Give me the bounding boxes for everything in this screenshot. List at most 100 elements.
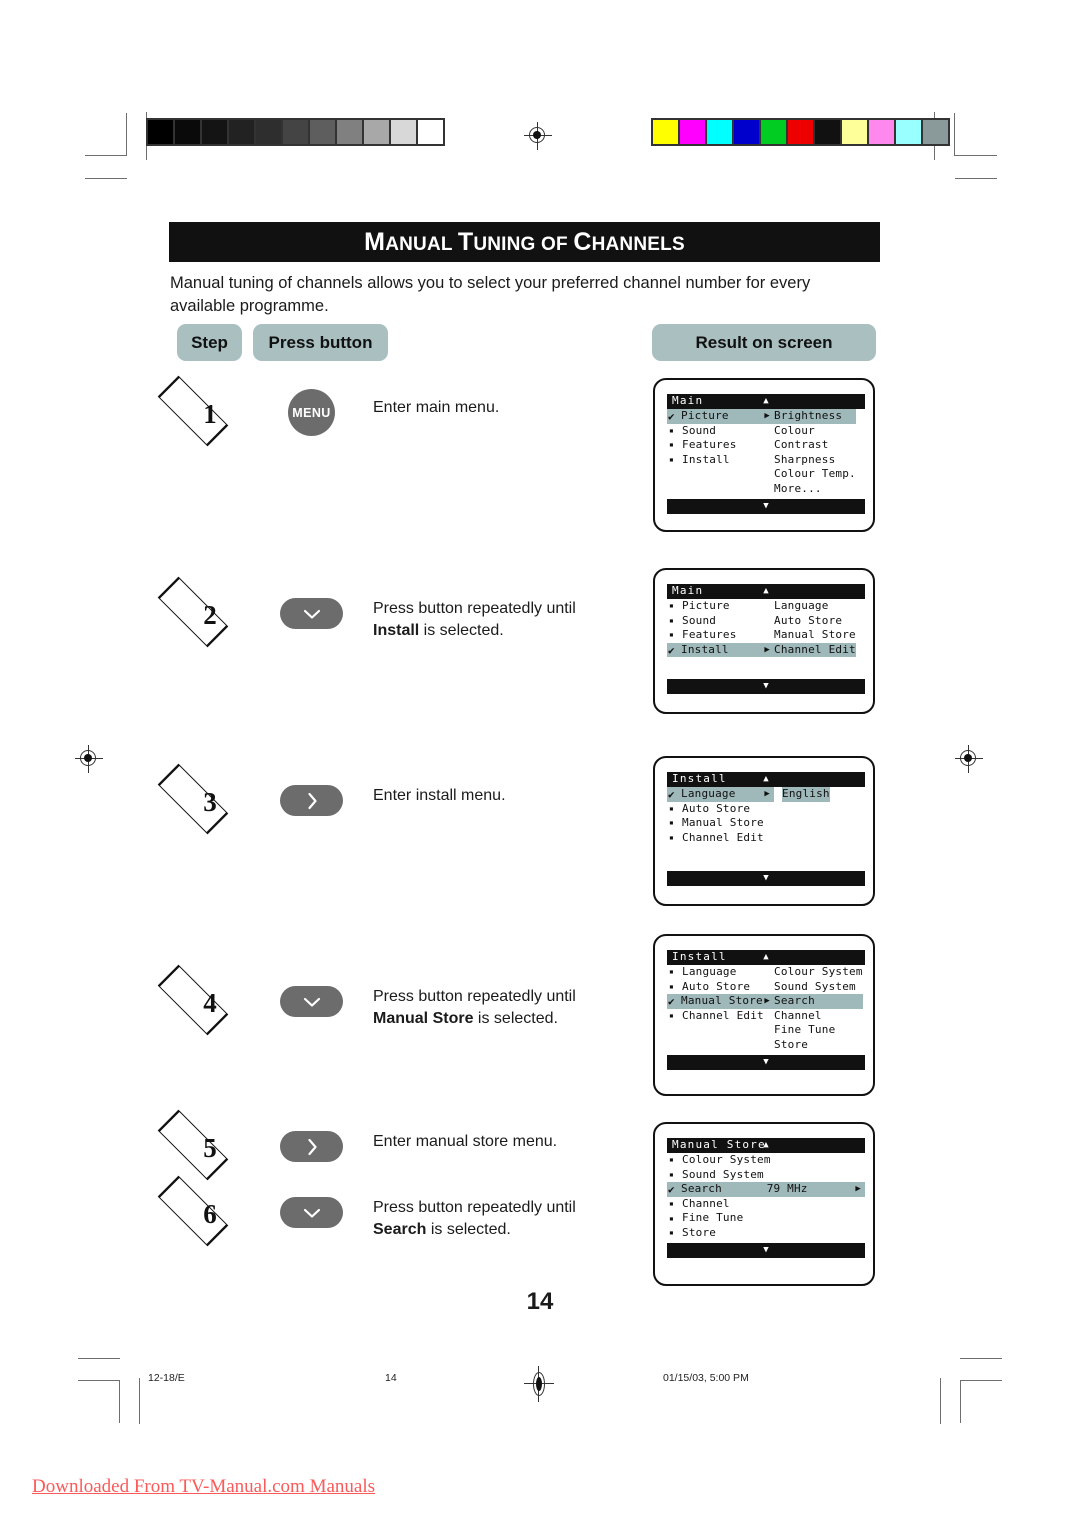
osd-submenu-item[interactable]: English [782, 787, 830, 802]
bullet-icon: ▪ [669, 615, 675, 625]
osd-submenu-item[interactable]: Colour [774, 424, 856, 439]
osd-menu-item[interactable]: ▪ Channel Edit [667, 1009, 774, 1024]
osd-menu-item[interactable]: ▪ Channel Edit [667, 831, 774, 846]
osd-menu-item[interactable]: ▪ Auto Store [667, 980, 774, 995]
step-instruction-text: Enter manual store menu. [373, 1133, 558, 1150]
osd-menu-item[interactable]: ▪ Fine Tune [667, 1211, 865, 1226]
osd-submenu-item[interactable]: Colour Temp. [774, 467, 856, 482]
color-swatch-3 [734, 120, 759, 144]
step-number-badge: 5 [157, 1109, 248, 1181]
osd-submenu-item[interactable]: Channel [774, 1009, 863, 1024]
step-instruction-text: Enter main menu. [373, 399, 500, 416]
osd-right-column: English [782, 787, 830, 802]
osd-menu-item[interactable]: ▪ Features [667, 628, 774, 643]
osd-submenu-item[interactable]: Manual Store [774, 628, 856, 643]
cursor-down-button[interactable] [280, 1197, 343, 1228]
scroll-up-arrow-icon[interactable]: ▲ [763, 953, 769, 962]
grayscale-swatch-4 [256, 120, 281, 144]
step-number: 1 [203, 398, 217, 429]
cursor-right-button[interactable] [280, 785, 343, 816]
osd-submenu-item[interactable]: Sharpness [774, 453, 856, 468]
registration-mark-right-middle [955, 745, 983, 773]
osd-menu-title: Main [672, 394, 704, 408]
osd-bottom-bar: ▼ [667, 871, 865, 887]
osd-menu-item[interactable]: ✔ Install ▶ [667, 642, 774, 658]
osd-submenu-label: Language [774, 599, 829, 612]
osd-submenu-item[interactable]: Fine Tune [774, 1023, 863, 1038]
footer-right-timestamp: 01/15/03, 5:00 PM [663, 1372, 749, 1384]
osd-menu-item[interactable]: ▪ Colour System [667, 1153, 865, 1168]
osd-submenu-label: English [782, 787, 830, 800]
osd-item-label: Picture [681, 409, 729, 422]
osd-menu-item[interactable]: ▪ Sound [667, 424, 774, 439]
scroll-down-arrow-icon[interactable]: ▼ [763, 1057, 769, 1067]
osd-menu-item[interactable]: ✔ Language ▶ [667, 787, 774, 802]
osd-submenu-label: Store [774, 1037, 809, 1051]
osd-submenu-label: Search [774, 994, 815, 1008]
submenu-arrow-icon[interactable]: ▶ [764, 411, 774, 421]
osd-menu-item[interactable]: ✔ Search 79 MHz ▶ [667, 1182, 865, 1197]
submenu-arrow-icon[interactable]: ▶ [855, 1184, 865, 1194]
column-header-press-button: Press button [253, 324, 388, 361]
osd-menu-title: Install [672, 772, 727, 786]
menu-button[interactable]: MENU [288, 389, 335, 436]
scroll-down-arrow-icon[interactable]: ▼ [763, 1245, 769, 1255]
osd-submenu-item[interactable]: Colour System [774, 965, 863, 980]
osd-item-label: Features [682, 628, 737, 642]
scroll-down-arrow-icon[interactable]: ▼ [763, 501, 769, 511]
osd-submenu-item[interactable]: Search [774, 994, 863, 1009]
osd-menu-item[interactable]: ▪ Store [667, 1226, 865, 1241]
color-calibration-bar [651, 118, 950, 146]
osd-left-column: ✔ Language ▶ ▪ Auto Store ▪ Manual Store ▪ Chann… [667, 787, 774, 845]
osd-menu-item[interactable]: ▪ Features [667, 438, 774, 453]
scroll-down-arrow-icon[interactable]: ▼ [763, 874, 769, 883]
bullet-icon: ▪ [669, 630, 675, 640]
column-header-result-on-screen: Result on screen [652, 324, 876, 361]
bullet-icon: ▪ [669, 818, 675, 828]
submenu-arrow-icon[interactable]: ▶ [764, 996, 774, 1006]
scroll-up-arrow-icon[interactable]: ▲ [763, 1141, 769, 1150]
osd-item-label: Language [681, 787, 736, 800]
step-number: 2 [203, 599, 217, 630]
osd-menu-item[interactable]: ▪ Manual Store [667, 816, 774, 831]
osd-menu-item[interactable]: ▪ Auto Store [667, 802, 774, 817]
step-instruction-text: Press button repeatedly until [373, 988, 576, 1005]
osd-submenu-item[interactable]: More... [774, 482, 856, 497]
step-instruction: Enter main menu. [373, 397, 623, 419]
cursor-down-button[interactable] [280, 598, 343, 629]
scroll-up-arrow-icon[interactable]: ▲ [763, 397, 769, 406]
osd-submenu-item[interactable]: Brightness [774, 409, 856, 424]
scroll-down-arrow-icon[interactable]: ▼ [763, 682, 769, 691]
bullet-icon: ▪ [669, 425, 675, 435]
bullet-icon: ▪ [669, 455, 675, 465]
osd-submenu-label: More... [774, 481, 822, 495]
osd-submenu-item[interactable]: Language [774, 599, 856, 614]
grayscale-swatch-8 [364, 120, 389, 144]
osd-submenu-item[interactable]: Store [774, 1038, 863, 1053]
step-number: 5 [203, 1132, 217, 1163]
osd-menu-item[interactable]: ▪ Channel [667, 1197, 865, 1212]
osd-submenu-item[interactable]: Contrast [774, 438, 856, 453]
osd-menu-item[interactable]: ▪ Sound System [667, 1168, 865, 1183]
osd-menu-item[interactable]: ✔ Manual Store ▶ [667, 994, 774, 1009]
grayscale-swatch-2 [202, 120, 227, 144]
osd-submenu-item[interactable]: Sound System [774, 980, 863, 995]
osd-menu-item[interactable]: ▪ Install [667, 453, 774, 468]
bullet-icon: ▪ [669, 803, 675, 813]
color-swatch-9 [896, 120, 921, 144]
submenu-arrow-icon[interactable]: ▶ [764, 645, 774, 655]
osd-rows: ✔ Language ▶ ▪ Auto Store ▪ Manual Store ▪ Chann… [667, 787, 861, 845]
osd-menu-item[interactable]: ▪ Language [667, 965, 774, 980]
osd-menu-item[interactable]: ▪ Sound [667, 614, 774, 629]
cursor-right-button[interactable] [280, 1131, 343, 1162]
osd-submenu-item[interactable]: Channel Edit [774, 642, 856, 658]
osd-menu-item[interactable]: ✔ Picture ▶ [667, 409, 774, 424]
osd-submenu-item[interactable]: Auto Store [774, 614, 856, 629]
cursor-down-button[interactable] [280, 986, 343, 1017]
grayscale-swatch-10 [418, 120, 443, 144]
osd-menu-item[interactable]: ▪ Picture [667, 599, 774, 614]
submenu-arrow-icon[interactable]: ▶ [764, 789, 774, 799]
scroll-up-arrow-icon[interactable]: ▲ [763, 587, 769, 596]
osd-rows: ▪ Language ▪ Auto Store ✔ Manual Store ▶ ▪ Chann… [667, 965, 863, 1053]
scroll-up-arrow-icon[interactable]: ▲ [763, 775, 769, 784]
